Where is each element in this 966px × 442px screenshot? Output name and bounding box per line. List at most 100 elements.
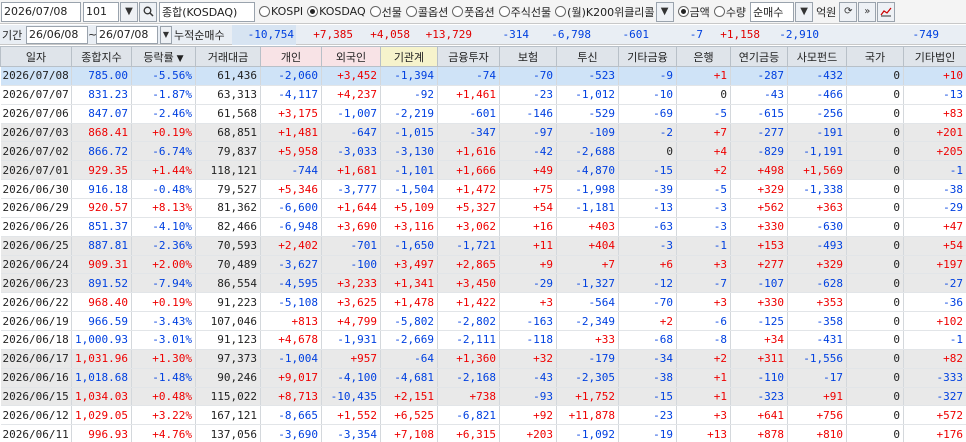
table-cell: +82 — [903, 349, 966, 369]
column-header[interactable]: 사모펀드 — [787, 46, 847, 67]
table-cell: +1,569 — [787, 160, 847, 181]
table-cell: +153 — [730, 236, 788, 256]
table-row[interactable]: 2026/06/29 920.57 +8.13% 81,362 -6,600 +1,644… — [0, 198, 966, 218]
market-combo[interactable]: 종합(KOSDAQ) — [159, 1, 255, 22]
column-header[interactable]: 일자 — [0, 46, 72, 67]
column-header[interactable]: 외국인 — [321, 46, 381, 67]
radio-radios-0[interactable]: KOSPI — [259, 5, 303, 18]
table-row[interactable]: 2026/06/25 887.81 -2.36% 70,593 +2,402 -701 -1… — [0, 236, 966, 256]
table-cell: -347 — [437, 123, 500, 143]
code-input[interactable]: 101 — [83, 1, 119, 22]
table-cell: 2026/06/16 — [0, 368, 72, 388]
next-button[interactable]: » — [858, 1, 877, 22]
cumulative-values: -10,754 +7,385 +4,058 +13,729 -314 -6,798 -601… — [232, 24, 941, 45]
period-calendar-button[interactable]: ▼ — [160, 25, 172, 44]
table-row[interactable]: 2026/06/19 966.59 -3.43% 107,046 +813 +4,799-… — [0, 311, 966, 332]
table-cell: -42 — [499, 141, 557, 162]
period-to-input[interactable]: 26/07/08 — [96, 25, 158, 44]
table-cell: -744 — [260, 160, 322, 181]
table-row[interactable]: 2026/07/03 868.41 +0.19% 68,851 +1,481 -647 -1… — [0, 123, 966, 143]
radio-label: 풋옵션 — [464, 5, 495, 19]
table-row[interactable]: 2026/06/15 1,034.03 +0.48% 115,022 +8,713 -10… — [0, 387, 966, 407]
table-row[interactable]: 2026/06/16 1,018.68 -1.48% 90,246 +9,017 -4,1… — [0, 368, 966, 388]
table-cell: +329 — [787, 255, 847, 275]
date-input[interactable]: 2026/07/08 — [1, 1, 81, 22]
mode-combo[interactable]: 순매수 — [750, 1, 795, 22]
table-row[interactable]: 2026/06/12 1,029.05 +3.22% 167,121 -8,665 +1,… — [0, 405, 966, 426]
radio-unchecked-icon — [555, 6, 567, 17]
column-header[interactable]: 등락률 ▼ — [131, 46, 196, 67]
radio-radios-3[interactable]: 콜옵션 — [405, 4, 448, 20]
mode-dropdown-button[interactable]: ▼ — [795, 1, 814, 22]
table-row[interactable]: 2026/06/30 916.18 -0.48% 79,527 +5,346 -3,777… — [0, 179, 966, 200]
table-row[interactable]: 2026/06/22 968.40 +0.19% 91,223 -5,108 +3,625… — [0, 292, 966, 313]
table-cell: +403 — [556, 217, 619, 237]
table-cell: +16 — [499, 217, 557, 237]
column-header[interactable]: 기관계 — [380, 46, 438, 67]
column-header[interactable]: 투신 — [556, 46, 619, 67]
table-cell: +13 — [676, 424, 731, 442]
column-header[interactable]: 종합지수 — [71, 46, 132, 67]
radio-checked-icon — [307, 6, 319, 17]
table-cell: 0 — [846, 236, 904, 256]
table-row[interactable]: 2026/06/24 909.31 +2.00% 70,489 -3,627 -100 +3… — [0, 255, 966, 275]
chart-button[interactable] — [877, 1, 896, 22]
column-header[interactable]: 기타금융 — [618, 46, 677, 67]
table-cell: 0 — [846, 255, 904, 275]
table-cell: -2,219 — [380, 104, 438, 124]
table-row[interactable]: 2026/06/18 1,000.93 -3.01% 91,123 +4,678 -1,9… — [0, 330, 966, 350]
table-cell: -601 — [437, 104, 500, 124]
column-header[interactable]: 거래대금 — [195, 46, 261, 67]
table-cell: 866.72 — [71, 141, 132, 162]
table-cell: -1 — [903, 160, 966, 181]
table-row[interactable]: 2026/07/07 831.23 -1.87% 63,313 -4,117 +4,237… — [0, 85, 966, 105]
table-row[interactable]: 2026/07/06 847.07 -2.46% 61,568 +3,175 -1,007… — [0, 104, 966, 124]
code-dropdown-button[interactable]: ▼ — [120, 1, 138, 22]
table-cell: -4,681 — [380, 368, 438, 388]
radio-unchecked-icon — [713, 6, 725, 17]
search-button[interactable] — [139, 1, 157, 22]
radio-radios2-0[interactable]: 금액 — [677, 4, 710, 20]
weekly-dropdown-button[interactable]: ▼ — [655, 1, 674, 22]
radio-radios-6[interactable]: (월)K200위클리콜 — [555, 4, 655, 20]
table-cell: -829 — [730, 141, 788, 162]
column-header[interactable]: 금융투자 — [437, 46, 500, 67]
table-cell: -125 — [730, 311, 788, 332]
table-row[interactable]: 2026/07/02 866.72 -6.74% 79,837 +5,958 -3,033… — [0, 141, 966, 162]
table-row[interactable]: 2026/06/11 996.93 +4.76% 137,056 -3,690 -3,35… — [0, 424, 966, 442]
column-header[interactable]: 국가 — [846, 46, 904, 67]
column-header[interactable]: 보험 — [499, 46, 557, 67]
table-cell: +4.76% — [131, 424, 196, 442]
column-header[interactable]: 개인 — [260, 46, 322, 67]
table-cell: 2026/06/19 — [0, 311, 72, 332]
sort-dropdown-icon[interactable]: ▼ — [174, 54, 184, 64]
market-radio-group: KOSPI KOSDAQ 선물 콜옵션 풋옵션 주식선물 (월)K200위클리콜 — [255, 4, 655, 20]
table-row[interactable]: 2026/06/17 1,031.96 +1.30% 97,373 -1,004 +957… — [0, 349, 966, 369]
column-header[interactable]: 기타법인 — [903, 46, 966, 67]
radio-radios-5[interactable]: 주식선물 — [498, 4, 551, 20]
table-row[interactable]: 2026/07/01 929.35 +1.44% 118,121 -744 +1,681-… — [0, 160, 966, 181]
radio-radios-2[interactable]: 선물 — [369, 4, 402, 20]
radio-radios-4[interactable]: 풋옵션 — [452, 4, 495, 20]
table-row[interactable]: 2026/06/23 891.52 -7.94% 86,554 -4,595 +3,233… — [0, 273, 966, 294]
table-cell: +1 — [676, 387, 731, 407]
amount-qty-radio-group: 금액 수량 — [674, 4, 746, 20]
table-cell: -5.56% — [131, 66, 196, 86]
period-from-input[interactable]: 26/06/08 — [26, 25, 88, 44]
table-cell: +277 — [730, 255, 788, 275]
table-cell: 90,246 — [195, 368, 261, 388]
column-header[interactable]: 은행 — [676, 46, 731, 67]
refresh-button[interactable]: ⟳ — [839, 1, 858, 22]
table-cell: -68 — [618, 330, 677, 350]
mode-value: 순매수 — [753, 5, 784, 19]
column-header[interactable]: 연기금등 — [730, 46, 788, 67]
radio-radios2-1[interactable]: 수량 — [713, 4, 746, 20]
table-row[interactable]: 2026/06/26 851.37 -4.10% 82,466 -6,948 +3,690… — [0, 217, 966, 237]
table-cell: 916.18 — [71, 179, 132, 200]
chart-icon — [880, 7, 892, 17]
radio-radios-1[interactable]: KOSDAQ — [307, 5, 366, 18]
table-cell: -4.10% — [131, 217, 196, 237]
table-row[interactable]: 2026/07/08 785.00 -5.56% 61,436 -2,060 +3,452… — [0, 66, 966, 86]
table-cell: +5,109 — [380, 198, 438, 218]
table-cell: +47 — [903, 217, 966, 237]
